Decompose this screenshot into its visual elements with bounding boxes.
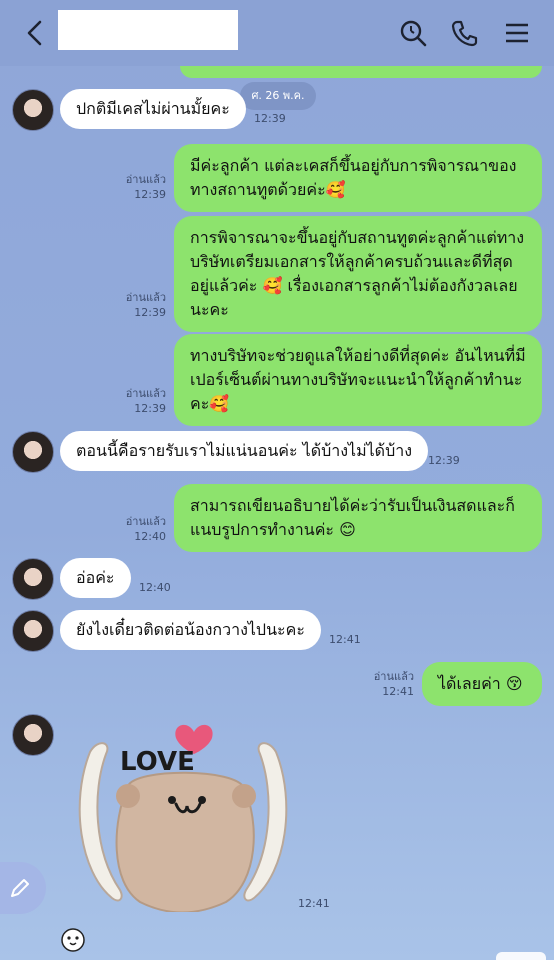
message-time: 12:41	[298, 897, 330, 910]
incoming-message-bubble[interactable]: ปกติมีเคสไม่ผ่านมั้ยคะ	[60, 89, 246, 129]
avatar[interactable]	[12, 558, 54, 600]
date-separator: ศ. 26 พ.ค.	[240, 82, 316, 110]
love-bear-sticker[interactable]: LOVE	[76, 712, 292, 912]
sticker-text: LOVE	[120, 747, 195, 777]
message-time: 12:39	[428, 454, 460, 467]
bear-face-icon[interactable]	[60, 926, 86, 952]
hamburger-menu-icon[interactable]	[502, 18, 532, 48]
incoming-message-bubble[interactable]: อ่อค่ะ	[60, 558, 131, 598]
message-time: 12:41	[382, 685, 414, 698]
read-receipt: อ่านแล้ว	[125, 291, 166, 304]
read-receipt: อ่านแล้ว	[373, 670, 414, 683]
outgoing-message-bubble[interactable]: ได้เลยค่า 😚	[422, 662, 542, 706]
message-meta: อ่านแล้ว 12:39	[112, 386, 166, 416]
message-time: 12:39	[134, 306, 166, 319]
phone-icon[interactable]	[450, 18, 480, 48]
message-time: 12:40	[139, 581, 171, 594]
outgoing-message-bubble[interactable]: การพิจารณาจะขึ้นอยู่กับสถานทูตค่ะลูกค้าแ…	[174, 216, 542, 332]
avatar[interactable]	[12, 431, 54, 473]
message-line: มีค่ะลูกค้า แต่ละเคสก็ขึ้นอยู่กับการพิจา…	[190, 156, 517, 175]
message-time: 12:39	[134, 402, 166, 415]
message-meta: อ่านแล้ว 12:39	[112, 172, 166, 202]
pencil-icon	[11, 879, 29, 897]
incoming-message-bubble[interactable]: ยังไงเดี๋ยวติดต่อน้องกวางไปนะคะ	[60, 610, 321, 650]
message-line: การพิจารณาจะขึ้นอยู่กับสถานทูตค่ะลูกค้าแ…	[190, 228, 525, 247]
avatar[interactable]	[12, 714, 54, 756]
contact-name-redacted[interactable]	[58, 10, 238, 50]
message-line: นะคะ	[190, 300, 229, 319]
outgoing-message-bubble[interactable]: มีค่ะลูกค้า แต่ละเคสก็ขึ้นอยู่กับการพิจา…	[174, 144, 542, 212]
message-line: ทางบริษัทจะช่วยดูแลให้อย่างดีที่สุดค่ะ อ…	[190, 346, 526, 365]
message-line: ได้เลยค่า 😚	[438, 674, 523, 693]
message-meta: อ่านแล้ว 12:41	[360, 669, 414, 699]
partial-bubble-edge	[496, 952, 546, 960]
compose-button[interactable]	[0, 862, 46, 914]
message-line: บริษัทเตรียมเอกสารให้ลูกค้าครบถ้วนและดีท…	[190, 252, 513, 271]
message-meta: อ่านแล้ว 12:40	[112, 514, 166, 544]
message-line: แนบรูปการทำงานค่ะ 😊	[190, 520, 356, 539]
message-time: 12:41	[329, 633, 361, 646]
incoming-message-bubble[interactable]: ตอนนี้คือรายรับเราไม่แน่นอนค่ะ ได้บ้างไม…	[60, 431, 429, 471]
read-receipt: อ่านแล้ว	[125, 387, 166, 400]
message-time: 12:40	[134, 530, 166, 543]
avatar[interactable]	[12, 610, 54, 652]
chevron-left-icon[interactable]	[22, 18, 50, 48]
previous-message-bubble-edge	[180, 66, 542, 78]
outgoing-message-bubble[interactable]: ทางบริษัทจะช่วยดูแลให้อย่างดีที่สุดค่ะ อ…	[174, 334, 542, 426]
message-time: 12:39	[134, 188, 166, 201]
outgoing-message-bubble[interactable]: สามารถเขียนอธิบายได้ค่ะว่ารับเป็นเงินสดแ…	[174, 484, 542, 552]
search-icon[interactable]	[398, 18, 428, 48]
message-time: 12:39	[254, 112, 286, 125]
read-receipt: อ่านแล้ว	[125, 515, 166, 528]
chat-header	[0, 0, 554, 66]
message-line: คะ🥰	[190, 394, 230, 413]
message-line: อยู่แล้วค่ะ 🥰 เรื่องเอกสารลูกค้าไม่ต้องก…	[190, 276, 518, 295]
message-line: สามารถเขียนอธิบายได้ค่ะว่ารับเป็นเงินสดแ…	[190, 496, 515, 515]
avatar[interactable]	[12, 89, 54, 131]
message-line: เปอร์เซ็นต์ผ่านทางบริษัทจะแนะนำให้ลูกค้า…	[190, 370, 523, 389]
message-meta: อ่านแล้ว 12:39	[112, 290, 166, 320]
message-line: ทางสถานทูตด้วยค่ะ🥰	[190, 180, 346, 199]
read-receipt: อ่านแล้ว	[125, 173, 166, 186]
